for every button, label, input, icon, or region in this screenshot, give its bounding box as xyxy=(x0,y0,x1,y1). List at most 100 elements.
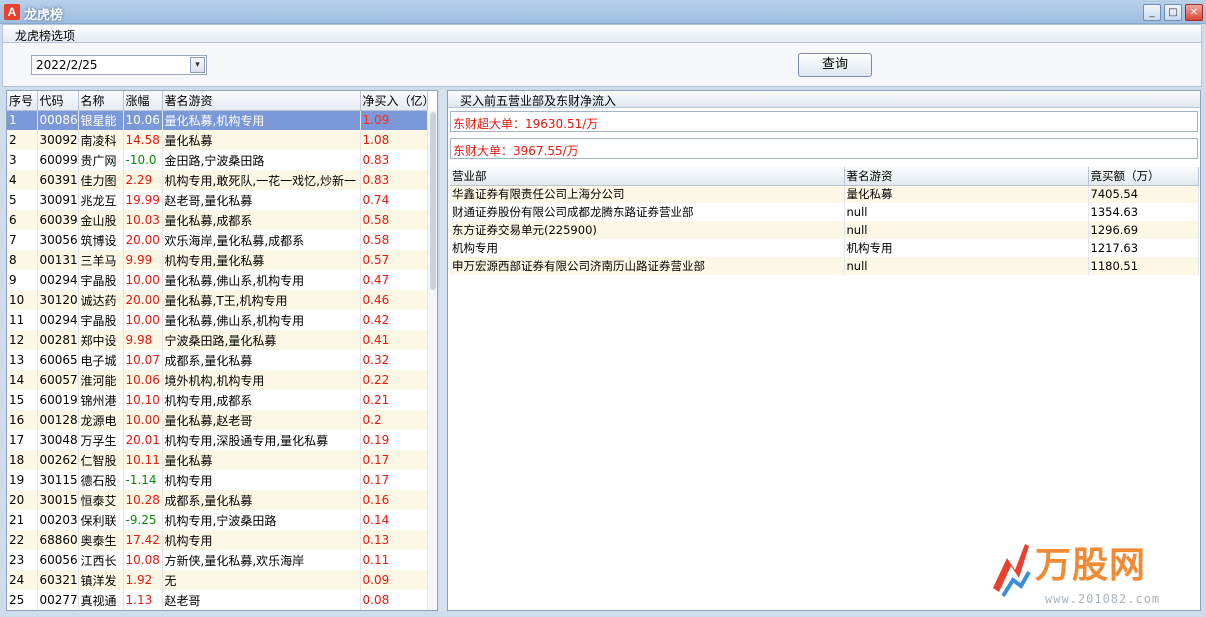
minimize-button[interactable]: _ xyxy=(1143,4,1161,21)
table-row[interactable]: 22 68860 奥泰生 17.42 机构专用 0.13 xyxy=(7,530,428,550)
broker-hot-money: null xyxy=(844,257,1089,275)
row-name: 江西长 xyxy=(78,550,124,570)
row-name: 淮河能 xyxy=(78,370,124,390)
table-row[interactable]: 23 60056 江西长 10.08 方新侠,量化私募,欢乐海岸 0.11 xyxy=(7,550,428,570)
row-index: 23 xyxy=(7,550,38,570)
row-name: 兆龙互 xyxy=(78,190,124,210)
date-picker[interactable]: 2022/2/25 ▾ xyxy=(31,55,207,75)
table-row[interactable]: 11 00294 宇晶股 10.00 量化私募,佛山系,机构专用 0.42 xyxy=(7,310,428,330)
table-row[interactable]: 8 00131 三羊马 9.99 机构专用,量化私募 0.57 xyxy=(7,250,428,270)
close-button[interactable]: ✕ xyxy=(1185,4,1203,21)
scrollbar-thumb[interactable] xyxy=(430,112,436,290)
table-row[interactable]: 1 00086 银星能 10.06 量化私募,机构专用 1.09 xyxy=(7,110,428,130)
row-index: 20 xyxy=(7,490,38,510)
col-header-broker-hot-money[interactable]: 著名游资 xyxy=(844,167,1089,186)
row-change: 9.98 xyxy=(123,330,163,350)
row-change: -9.25 xyxy=(123,510,163,530)
table-row[interactable]: 10 30120 诚达药 20.00 量化私募,T王,机构专用 0.46 xyxy=(7,290,428,310)
row-name: 筑博设 xyxy=(78,230,124,250)
broker-row[interactable]: 申万宏源西部证券有限公司济南历山路证券营业部 null 1180.51 xyxy=(450,257,1199,275)
row-name: 南凌科 xyxy=(78,130,124,150)
row-code: 00281 xyxy=(37,330,79,350)
row-change: 10.10 xyxy=(123,390,163,410)
row-index: 10 xyxy=(7,290,38,310)
row-hot-money: 机构专用,成都系 xyxy=(162,390,361,410)
window-title: 龙虎榜 xyxy=(24,8,64,23)
row-hot-money: 量化私募 xyxy=(162,130,361,150)
table-row[interactable]: 6 60039 金山股 10.03 量化私募,成都系 0.58 xyxy=(7,210,428,230)
broker-buy-amount: 1217.63 xyxy=(1088,239,1199,257)
broker-row[interactable]: 机构专用 机构专用 1217.63 xyxy=(450,239,1199,257)
row-code: 00086 xyxy=(37,110,79,130)
row-hot-money: 量化私募,机构专用 xyxy=(162,110,361,130)
table-row[interactable]: 7 30056 筑博设 20.00 欢乐海岸,量化私募,成都系 0.58 xyxy=(7,230,428,250)
row-net-buy: 0.17 xyxy=(360,470,428,490)
table-row[interactable]: 12 00281 郑中设 9.98 宁波桑田路,量化私募 0.41 xyxy=(7,330,428,350)
broker-row[interactable]: 华鑫证券有限责任公司上海分公司 量化私募 7405.54 xyxy=(450,185,1199,203)
col-header-code[interactable]: 代码 xyxy=(37,91,79,111)
row-net-buy: 0.08 xyxy=(360,590,428,610)
row-index: 22 xyxy=(7,530,38,550)
row-index: 17 xyxy=(7,430,38,450)
watermark-url: www.201082.com xyxy=(1045,592,1161,606)
query-button[interactable]: 查询 xyxy=(798,53,872,77)
col-header-net-buy[interactable]: 净买入（亿） xyxy=(360,91,428,111)
row-change: 19.99 xyxy=(123,190,163,210)
col-header-broker[interactable]: 营业部 xyxy=(450,167,845,186)
table-row[interactable]: 18 00262 仁智股 10.11 量化私募 0.17 xyxy=(7,450,428,470)
row-change: -1.14 xyxy=(123,470,163,490)
col-header-name[interactable]: 名称 xyxy=(78,91,124,111)
row-name: 佳力图 xyxy=(78,170,124,190)
row-code: 60391 xyxy=(37,170,79,190)
table-row[interactable]: 2 30092 南凌科 14.58 量化私募 1.08 xyxy=(7,130,428,150)
table-row[interactable]: 17 30048 万孚生 20.01 机构专用,深股通专用,量化私募 0.19 xyxy=(7,430,428,450)
chevron-down-icon[interactable]: ▾ xyxy=(190,57,205,73)
row-net-buy: 0.32 xyxy=(360,350,428,370)
table-row[interactable]: 9 00294 宇晶股 10.00 量化私募,佛山系,机构专用 0.47 xyxy=(7,270,428,290)
row-change: -10.0 xyxy=(123,150,163,170)
row-change: 10.11 xyxy=(123,450,163,470)
row-code: 60321 xyxy=(37,570,79,590)
row-net-buy: 0.46 xyxy=(360,290,428,310)
table-row[interactable]: 14 60057 淮河能 10.06 境外机构,机构专用 0.22 xyxy=(7,370,428,390)
date-value: 2022/2/25 xyxy=(36,58,98,72)
table-row[interactable]: 25 00277 真视通 1.13 赵老哥 0.08 xyxy=(7,590,428,610)
panel-splitter[interactable] xyxy=(440,90,446,611)
dragon-tiger-list-table[interactable]: 序号 代码 名称 涨幅 著名游资 净买入（亿） 100086银星能10.06量化… xyxy=(6,90,438,611)
row-name: 真视通 xyxy=(78,590,124,610)
row-index: 15 xyxy=(7,390,38,410)
large-order-flow: 东财大单：3967.55/万 xyxy=(450,138,1198,159)
table-row[interactable]: 4 60391 佳力图 2.29 机构专用,敢死队,一花一戏忆,炒新一 0.83 xyxy=(7,170,428,190)
table-row[interactable]: 19 30115 德石股 -1.14 机构专用 0.17 xyxy=(7,470,428,490)
table-row[interactable]: 3 60099 贵广网 -10.0 金田路,宁波桑田路 0.83 xyxy=(7,150,428,170)
row-change: 20.00 xyxy=(123,230,163,250)
col-header-change[interactable]: 涨幅 xyxy=(123,91,163,111)
broker-row[interactable]: 东方证券交易单元(225900) null 1296.69 xyxy=(450,221,1199,239)
row-net-buy: 0.13 xyxy=(360,530,428,550)
row-net-buy: 0.09 xyxy=(360,570,428,590)
row-code: 30092 xyxy=(37,130,79,150)
row-change: 10.00 xyxy=(123,270,163,290)
row-index: 16 xyxy=(7,410,38,430)
table-row[interactable]: 5 30091 兆龙互 19.99 赵老哥,量化私募 0.74 xyxy=(7,190,428,210)
row-hot-money: 机构专用 xyxy=(162,470,361,490)
row-hot-money: 机构专用,宁波桑田路 xyxy=(162,510,361,530)
table-row[interactable]: 15 60019 锦州港 10.10 机构专用,成都系 0.21 xyxy=(7,390,428,410)
table-row[interactable]: 21 00203 保利联 -9.25 机构专用,宁波桑田路 0.14 xyxy=(7,510,428,530)
col-header-hot-money[interactable]: 著名游资 xyxy=(162,91,361,111)
table-row[interactable]: 13 60065 电子城 10.07 成都系,量化私募 0.32 xyxy=(7,350,428,370)
col-header-index[interactable]: 序号 xyxy=(7,91,38,111)
row-name: 银星能 xyxy=(78,110,124,130)
broker-row[interactable]: 财通证券股份有限公司成都龙腾东路证券营业部 null 1354.63 xyxy=(450,203,1199,221)
broker-buy-amount: 1354.63 xyxy=(1088,203,1199,221)
table-row[interactable]: 16 00128 龙源电 10.00 量化私募,赵老哥 0.2 xyxy=(7,410,428,430)
row-net-buy: 0.42 xyxy=(360,310,428,330)
maximize-button[interactable]: □ xyxy=(1164,4,1182,21)
row-net-buy: 0.17 xyxy=(360,450,428,470)
table-row[interactable]: 20 30015 恒泰艾 10.28 成都系,量化私募 0.16 xyxy=(7,490,428,510)
vertical-scrollbar[interactable] xyxy=(428,110,437,610)
row-name: 万孚生 xyxy=(78,430,124,450)
col-header-buy-amount[interactable]: 竟买额（万） xyxy=(1088,167,1199,186)
row-name: 龙源电 xyxy=(78,410,124,430)
table-row[interactable]: 24 60321 镇洋发 1.92 无 0.09 xyxy=(7,570,428,590)
